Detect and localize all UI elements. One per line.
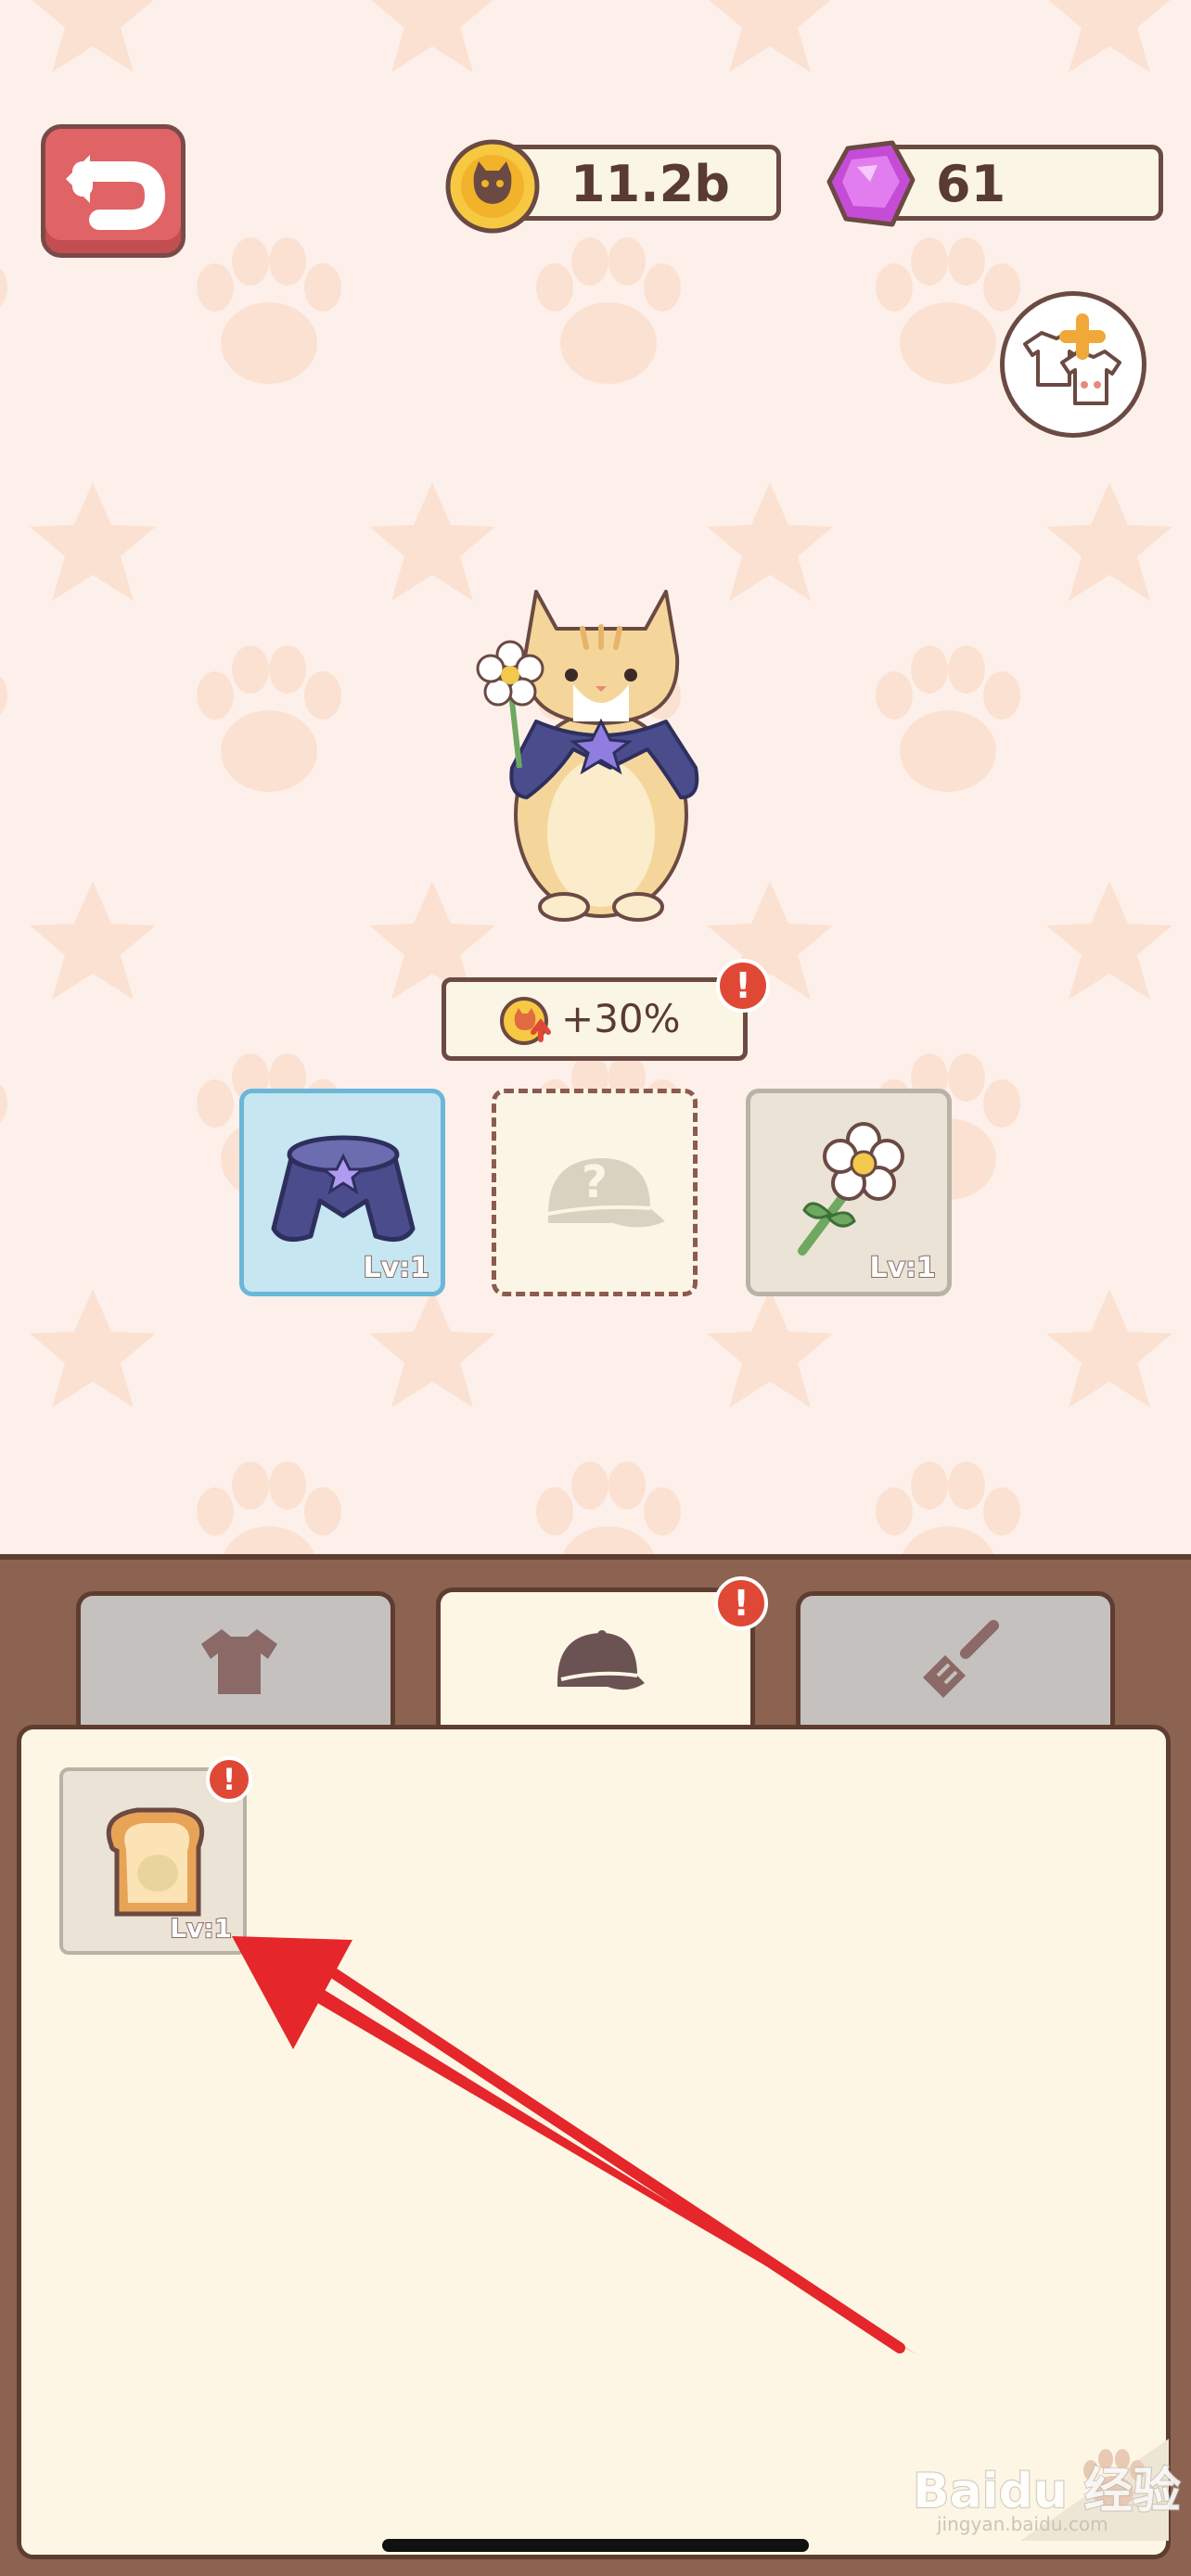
- slot-cape-level: Lv:1: [362, 1251, 430, 1285]
- cat-coin-icon: [445, 139, 540, 234]
- spatula-icon: [923, 1620, 999, 1698]
- gem-count: 61: [936, 155, 1006, 213]
- gem-icon: [826, 140, 916, 227]
- back-arrow-icon: [66, 155, 165, 230]
- baidu-watermark-url: jingyan.baidu.com: [937, 2513, 1108, 2535]
- shirt-icon: [201, 1629, 277, 1694]
- slot-hat-empty[interactable]: ?: [492, 1089, 698, 1296]
- red-pointer-arrow: [232, 1936, 918, 2355]
- slot-cape[interactable]: Lv:1: [239, 1089, 445, 1296]
- slot-flower-level: Lv:1: [868, 1251, 937, 1285]
- back-button[interactable]: [41, 124, 186, 258]
- slot-hat-question: ?: [582, 1156, 608, 1208]
- outfit-plus-icon: [1023, 313, 1121, 405]
- slot-flower[interactable]: Lv:1: [746, 1089, 952, 1296]
- coin-boost-icon: [500, 997, 551, 1045]
- cape-icon: [271, 1135, 416, 1243]
- inventory-item-alert-badge: !: [206, 1756, 252, 1803]
- baidu-watermark: Baidu 经验: [912, 2463, 1182, 2520]
- tab-clothes[interactable]: [76, 1591, 395, 1730]
- tab-tools[interactable]: [796, 1591, 1115, 1730]
- bonus-panel: +30%: [442, 977, 748, 1061]
- tab-hats[interactable]: [436, 1588, 755, 1736]
- bread-icon: [106, 1807, 205, 1917]
- bonus-alert-badge: !: [716, 959, 770, 1013]
- home-indicator[interactable]: [382, 2539, 809, 2552]
- cap-icon: [557, 1630, 645, 1690]
- outfit-add-button[interactable]: [1000, 291, 1146, 438]
- bonus-text: +30%: [561, 996, 681, 1041]
- tab-hats-alert-badge: !: [714, 1576, 768, 1630]
- flower-icon: [798, 1122, 904, 1256]
- coin-count: 11.2b: [570, 155, 730, 213]
- cat-character: [476, 590, 699, 922]
